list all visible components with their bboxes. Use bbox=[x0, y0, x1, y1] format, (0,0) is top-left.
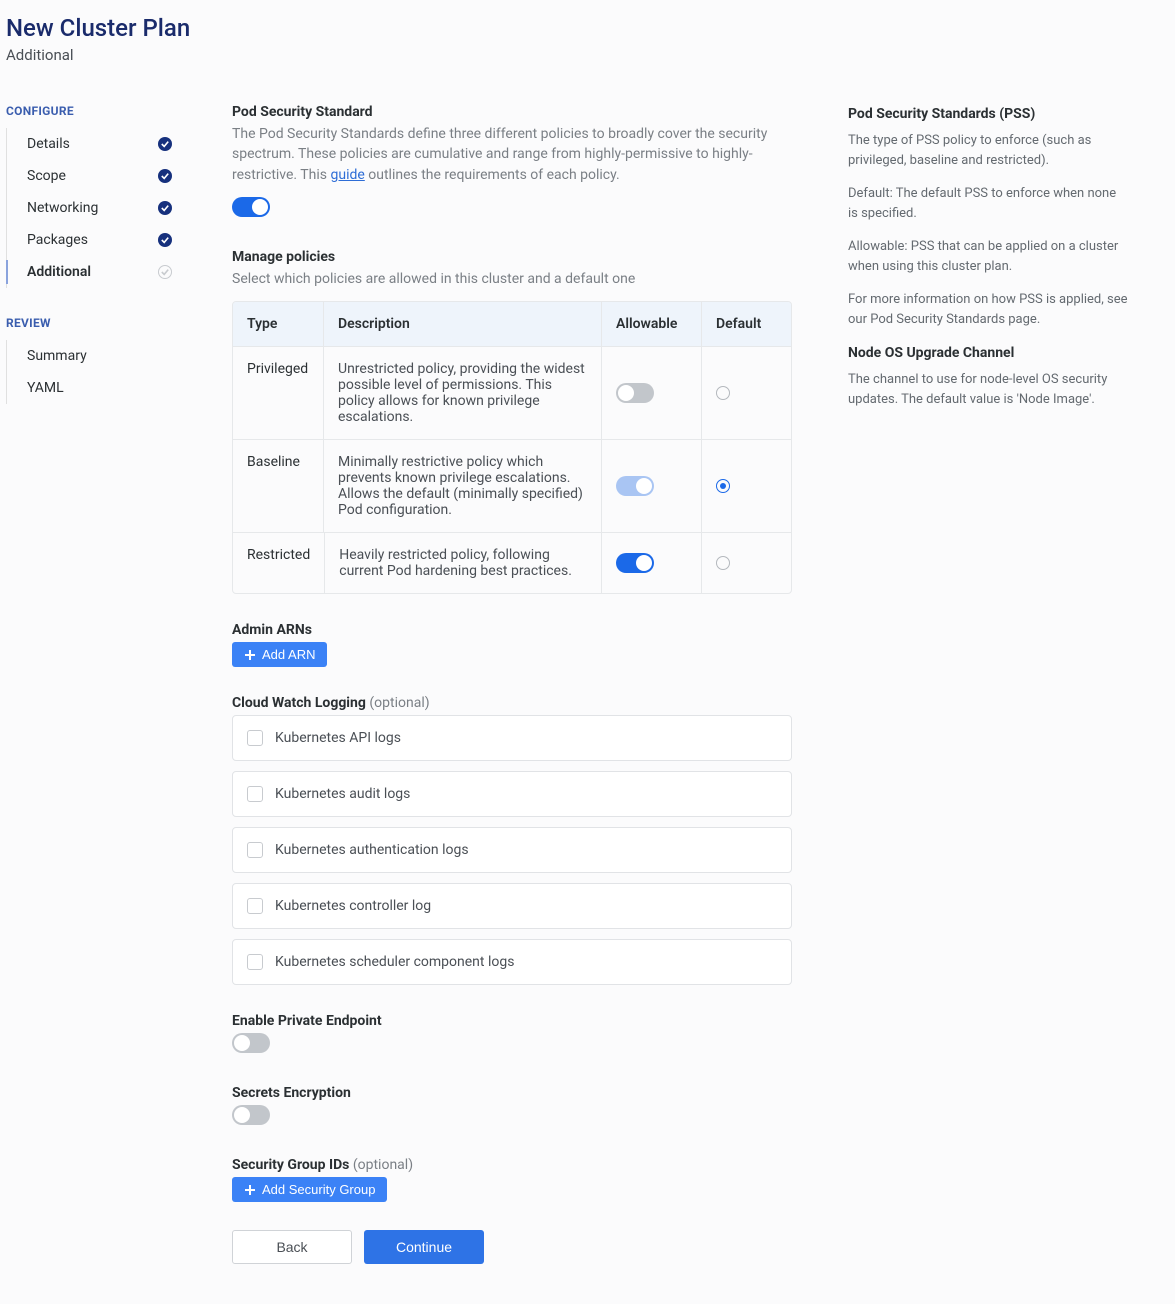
check-icon bbox=[158, 201, 172, 215]
private-endpoint-title: Enable Private Endpoint bbox=[232, 1013, 792, 1029]
checkbox[interactable] bbox=[247, 842, 263, 858]
checkbox[interactable] bbox=[247, 786, 263, 802]
info-text: The type of PSS policy to enforce (such … bbox=[848, 131, 1128, 170]
page-subtitle: Additional bbox=[6, 46, 1169, 64]
logging-option[interactable]: Kubernetes authentication logs bbox=[232, 827, 792, 873]
plus-icon bbox=[244, 649, 256, 661]
sidebar-item-label: Additional bbox=[27, 264, 91, 280]
main-content: Pod Security Standard The Pod Security S… bbox=[232, 104, 792, 1264]
col-header-allow: Allowable bbox=[601, 302, 701, 346]
sidebar-item-label: Packages bbox=[27, 232, 88, 248]
continue-button[interactable]: Continue bbox=[364, 1230, 484, 1264]
sidebar-item-yaml[interactable]: YAML bbox=[7, 372, 176, 404]
policy-row: BaselineMinimally restrictive policy whi… bbox=[233, 439, 791, 532]
sidebar-item-label: Details bbox=[27, 136, 70, 152]
pss-description: The Pod Security Standards define three … bbox=[232, 124, 792, 185]
page-title: New Cluster Plan bbox=[6, 14, 1169, 42]
checkbox[interactable] bbox=[247, 898, 263, 914]
policy-allowable-toggle bbox=[616, 476, 654, 496]
policy-default-radio[interactable] bbox=[716, 386, 730, 400]
sidebar-item-networking[interactable]: Networking bbox=[7, 192, 176, 224]
logging-option-label: Kubernetes authentication logs bbox=[275, 842, 469, 858]
sidebar-item-label: Summary bbox=[27, 348, 87, 364]
policy-allowable-toggle[interactable] bbox=[616, 553, 654, 573]
logging-option-label: Kubernetes scheduler component logs bbox=[275, 954, 514, 970]
info-panel: Pod Security Standards (PSS) The type of… bbox=[848, 104, 1128, 423]
manage-policies-title: Manage policies bbox=[232, 249, 792, 265]
pending-icon bbox=[158, 265, 172, 279]
logging-title: Cloud Watch Logging (optional) bbox=[232, 695, 792, 711]
policy-allowable-toggle[interactable] bbox=[616, 383, 654, 403]
security-groups-title: Security Group IDs (optional) bbox=[232, 1157, 792, 1173]
policy-row: RestrictedHeavily restricted policy, fol… bbox=[233, 532, 791, 593]
info-pss-title: Pod Security Standards (PSS) bbox=[848, 104, 1128, 125]
info-text: Default: The default PSS to enforce when… bbox=[848, 184, 1128, 223]
check-icon bbox=[158, 169, 172, 183]
policy-default-radio[interactable] bbox=[716, 479, 730, 493]
logging-option[interactable]: Kubernetes audit logs bbox=[232, 771, 792, 817]
sidebar-item-label: Networking bbox=[27, 200, 98, 216]
pss-toggle[interactable] bbox=[232, 197, 270, 217]
policy-row: PrivilegedUnrestricted policy, providing… bbox=[233, 346, 791, 439]
check-icon bbox=[158, 137, 172, 151]
sidebar-item-label: YAML bbox=[27, 380, 64, 396]
secrets-encryption-toggle[interactable] bbox=[232, 1105, 270, 1125]
logging-option-label: Kubernetes audit logs bbox=[275, 786, 410, 802]
logging-option-label: Kubernetes API logs bbox=[275, 730, 401, 746]
check-icon bbox=[158, 233, 172, 247]
nav-section-label: CONFIGURE bbox=[6, 104, 176, 118]
logging-option[interactable]: Kubernetes scheduler component logs bbox=[232, 939, 792, 985]
add-security-group-button[interactable]: Add Security Group bbox=[232, 1177, 387, 1202]
sidebar-item-label: Scope bbox=[27, 168, 66, 184]
logging-option[interactable]: Kubernetes controller log bbox=[232, 883, 792, 929]
logging-option-label: Kubernetes controller log bbox=[275, 898, 431, 914]
policy-type: Restricted bbox=[233, 533, 324, 593]
policy-description: Unrestricted policy, providing the wides… bbox=[323, 347, 601, 439]
logging-option[interactable]: Kubernetes API logs bbox=[232, 715, 792, 761]
checkbox[interactable] bbox=[247, 730, 263, 746]
policies-table: Type Description Allowable Default Privi… bbox=[232, 301, 792, 594]
pss-title: Pod Security Standard bbox=[232, 104, 792, 120]
sidebar-item-additional[interactable]: Additional bbox=[7, 256, 176, 288]
policy-type: Privileged bbox=[233, 347, 323, 439]
admin-arns-title: Admin ARNs bbox=[232, 622, 792, 638]
pss-guide-link[interactable]: guide bbox=[330, 167, 364, 183]
policy-description: Heavily restricted policy, following cur… bbox=[324, 533, 601, 593]
nav-section-label: REVIEW bbox=[6, 316, 176, 330]
policy-description: Minimally restrictive policy which preve… bbox=[323, 440, 601, 532]
sidebar-item-summary[interactable]: Summary bbox=[7, 340, 176, 372]
sidebar-item-scope[interactable]: Scope bbox=[7, 160, 176, 192]
manage-policies-subtitle: Select which policies are allowed in thi… bbox=[232, 269, 792, 289]
plus-icon bbox=[244, 1184, 256, 1196]
checkbox[interactable] bbox=[247, 954, 263, 970]
sidebar-item-details[interactable]: Details bbox=[7, 128, 176, 160]
info-text: Allowable: PSS that can be applied on a … bbox=[848, 237, 1128, 276]
private-endpoint-toggle[interactable] bbox=[232, 1033, 270, 1053]
policy-type: Baseline bbox=[233, 440, 323, 532]
info-text: The channel to use for node-level OS sec… bbox=[848, 370, 1128, 409]
add-arn-button[interactable]: Add ARN bbox=[232, 642, 327, 667]
col-header-default: Default bbox=[701, 302, 791, 346]
wizard-sidebar: CONFIGURE Details Scope Networking Packages A… bbox=[6, 104, 176, 432]
secrets-encryption-title: Secrets Encryption bbox=[232, 1085, 792, 1101]
info-text: For more information on how PSS is appli… bbox=[848, 290, 1128, 329]
info-node-os-title: Node OS Upgrade Channel bbox=[848, 343, 1128, 364]
back-button[interactable]: Back bbox=[232, 1230, 352, 1264]
policy-default-radio[interactable] bbox=[716, 556, 730, 570]
col-header-desc: Description bbox=[323, 302, 601, 346]
col-header-type: Type bbox=[233, 302, 323, 346]
sidebar-item-packages[interactable]: Packages bbox=[7, 224, 176, 256]
